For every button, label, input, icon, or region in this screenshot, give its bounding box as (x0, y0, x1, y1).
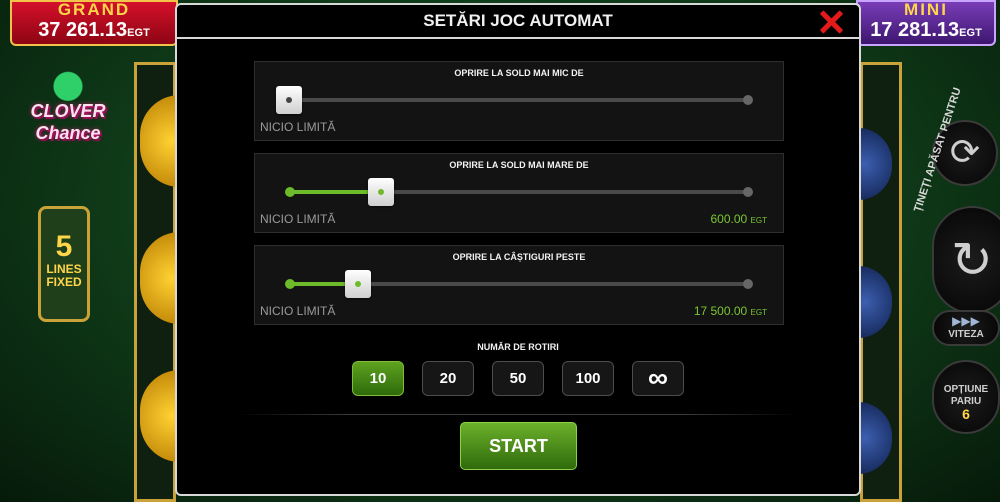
handle-dot (286, 97, 292, 103)
spins-option-infinite[interactable]: ∞ (632, 361, 684, 396)
slider-value: 600.00 EGT (711, 212, 768, 226)
jackpot-grand-amount: 37 261.13 (38, 19, 128, 41)
modal-title: SETĂRI JOC AUTOMAT (423, 11, 613, 30)
slider-track[interactable] (285, 270, 753, 298)
jackpot-grand-title: GRAND (57, 0, 131, 19)
no-limit-label: NICIO LIMITĂ (260, 304, 336, 318)
jackpot-mini-currency: EGT (959, 27, 982, 39)
slider-value-currency: EGT (750, 216, 767, 225)
jackpot-grand-currency: EGT (127, 27, 150, 39)
slider-value-amount: 600.00 (710, 212, 748, 226)
autoplay-settings-modal: SETĂRI JOC AUTOMAT OPRIRE LA SOLD MAI MI… (175, 3, 861, 496)
jackpot-mini-title: MINI (904, 0, 948, 19)
handle-dot (355, 281, 361, 287)
panel-title: OPRIRE LA CÂȘTIGURI PESTE (452, 252, 586, 262)
autoplay-icon: ⟳ (949, 131, 981, 172)
slider-handle[interactable] (276, 86, 302, 114)
stop-win-above-panel: OPRIRE LA CÂȘTIGURI PESTE NICIO LIMITĂ 1… (254, 245, 784, 325)
slider-end-dot (743, 187, 753, 197)
jackpot-grand: GRAND 37 261.13EGT (10, 0, 178, 46)
no-limit-label: NICIO LIMITĂ (260, 212, 336, 226)
bet-option-label1: OPȚIUNE (943, 384, 989, 395)
start-button[interactable]: START (460, 422, 577, 470)
slider-value-amount: 17 500.00 (693, 304, 748, 318)
spins-option-50[interactable]: 50 (492, 361, 544, 396)
fixed-label: FIXED (46, 275, 82, 289)
bet-option-button[interactable]: OPȚIUNE PARIU 6 (932, 360, 1000, 434)
spins-option-100[interactable]: 100 (562, 361, 614, 396)
spins-option-10[interactable]: 10 (352, 361, 404, 396)
handle-dot (378, 189, 384, 195)
jackpot-mini: MINI 17 281.13EGT (856, 0, 996, 46)
stop-balance-above-panel: OPRIRE LA SOLD MAI MARE DE NICIO LIMITĂ … (254, 153, 784, 233)
lines-fixed-badge: 5 LINES FIXED (38, 206, 90, 322)
speed-button[interactable]: ▶▶▶ VITEZA (932, 310, 1000, 346)
slider-handle[interactable] (368, 178, 394, 206)
jackpot-grand-value: 37 261.13EGT (12, 18, 176, 45)
slider-handle[interactable] (345, 270, 371, 298)
panel-title: OPRIRE LA SOLD MAI MIC DE (454, 68, 584, 78)
slider-end-dot (743, 279, 753, 289)
close-icon[interactable] (818, 9, 844, 35)
panel-title: OPRIRE LA SOLD MAI MARE DE (449, 160, 589, 170)
speed-label: VITEZA (948, 329, 984, 340)
jackpot-mini-value: 17 281.13EGT (858, 18, 994, 45)
game-logo-line1: CLOVER (30, 101, 106, 121)
jackpot-mini-amount: 17 281.13 (870, 19, 960, 41)
spin-button[interactable]: ↻ (932, 206, 1000, 314)
spin-arrows-icon: ↻ (951, 232, 993, 288)
slider-track[interactable] (276, 86, 753, 114)
slider-value-currency: EGT (750, 308, 767, 317)
lines-number: 5 (55, 230, 73, 263)
slider-track[interactable] (285, 178, 753, 206)
no-limit-label: NICIO LIMITĂ (260, 120, 336, 134)
slider-value: 17 500.00 EGT (694, 304, 767, 318)
slider-start-dot (285, 279, 295, 289)
fast-forward-icon: ▶▶▶ (952, 314, 980, 328)
modal-header: SETĂRI JOC AUTOMAT (177, 5, 859, 39)
divider (237, 414, 799, 415)
spins-option-20[interactable]: 20 (422, 361, 474, 396)
game-logo: CLOVER Chance (20, 64, 116, 150)
spins-title: NUMĂR DE ROTIRI (477, 342, 559, 352)
stop-balance-below-panel: OPRIRE LA SOLD MAI MIC DE NICIO LIMITĂ (254, 61, 784, 141)
slider-start-dot (285, 187, 295, 197)
slider-end-dot (743, 95, 753, 105)
game-logo-line2: Chance (35, 123, 101, 143)
bet-option-value: 6 (962, 406, 970, 422)
